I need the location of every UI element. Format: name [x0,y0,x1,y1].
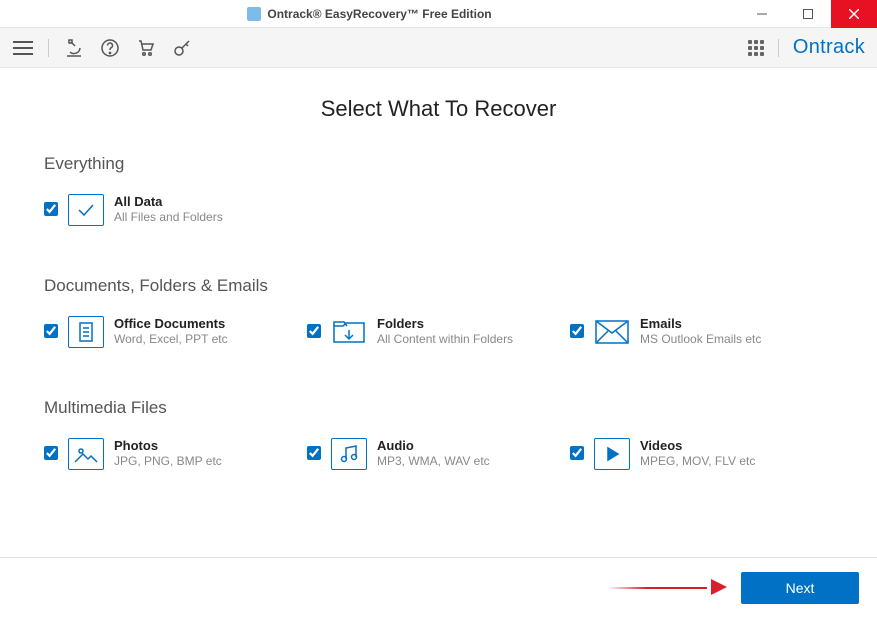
play-icon [594,438,630,470]
image-icon [68,438,104,470]
option-audio[interactable]: Audio MP3, WMA, WAV etc [307,436,570,470]
checkbox-folders[interactable] [307,324,321,338]
item-subtitle: MS Outlook Emails etc [640,332,761,346]
option-photos[interactable]: Photos JPG, PNG, BMP etc [44,436,307,470]
option-office-documents[interactable]: Office Documents Word, Excel, PPT etc [44,314,307,348]
separator [48,39,49,57]
separator [778,39,779,57]
option-all-data[interactable]: All Data All Files and Folders [44,192,310,226]
footer: Next [0,557,877,617]
next-button[interactable]: Next [741,572,859,604]
menu-icon[interactable] [12,37,34,59]
item-title: Emails [640,316,761,331]
toolbar: Ontrack [0,28,877,68]
item-subtitle: All Files and Folders [114,210,223,224]
checkbox-photos[interactable] [44,446,58,460]
microscope-icon[interactable] [63,37,85,59]
item-subtitle: Word, Excel, PPT etc [114,332,228,346]
checkbox-emails[interactable] [570,324,584,338]
section-heading-everything: Everything [44,154,833,174]
item-subtitle: MPEG, MOV, FLV etc [640,454,755,468]
item-title: Office Documents [114,316,228,331]
close-button[interactable] [831,0,877,28]
music-icon [331,438,367,470]
main-content: Select What To Recover Everything All Da… [0,68,877,470]
document-icon [68,316,104,348]
window-title: Ontrack® EasyRecovery™ Free Edition [267,7,491,21]
item-subtitle: MP3, WMA, WAV etc [377,454,490,468]
apps-grid-icon[interactable] [748,40,764,56]
section-heading-multimedia: Multimedia Files [44,398,833,418]
cart-icon[interactable] [135,37,157,59]
help-icon[interactable] [99,37,121,59]
app-icon [247,7,261,21]
item-title: Audio [377,438,490,453]
section-documents: Documents, Folders & Emails Office Docum… [44,276,833,348]
checkbox-videos[interactable] [570,446,584,460]
checkbox-office-documents[interactable] [44,324,58,338]
check-icon [68,194,104,226]
envelope-icon [594,316,630,348]
annotation-arrow [607,579,727,595]
checkbox-audio[interactable] [307,446,321,460]
item-subtitle: All Content within Folders [377,332,513,346]
item-title: Photos [114,438,222,453]
option-folders[interactable]: Folders All Content within Folders [307,314,570,348]
section-heading-documents: Documents, Folders & Emails [44,276,833,296]
key-icon[interactable] [171,37,193,59]
option-emails[interactable]: Emails MS Outlook Emails etc [570,314,833,348]
minimize-button[interactable] [739,0,785,28]
page-title: Select What To Recover [44,96,833,122]
section-everything: Everything All Data All Files and Folder… [44,154,833,226]
item-title: Videos [640,438,755,453]
window-titlebar: Ontrack® EasyRecovery™ Free Edition [0,0,877,28]
checkbox-all-data[interactable] [44,202,58,216]
maximize-button[interactable] [785,0,831,28]
item-subtitle: JPG, PNG, BMP etc [114,454,222,468]
section-multimedia: Multimedia Files Photos JPG, PNG, BMP et… [44,398,833,470]
item-title: Folders [377,316,513,331]
option-videos[interactable]: Videos MPEG, MOV, FLV etc [570,436,833,470]
brand-logo: Ontrack [793,36,865,59]
item-title: All Data [114,194,223,209]
folder-icon [331,316,367,348]
